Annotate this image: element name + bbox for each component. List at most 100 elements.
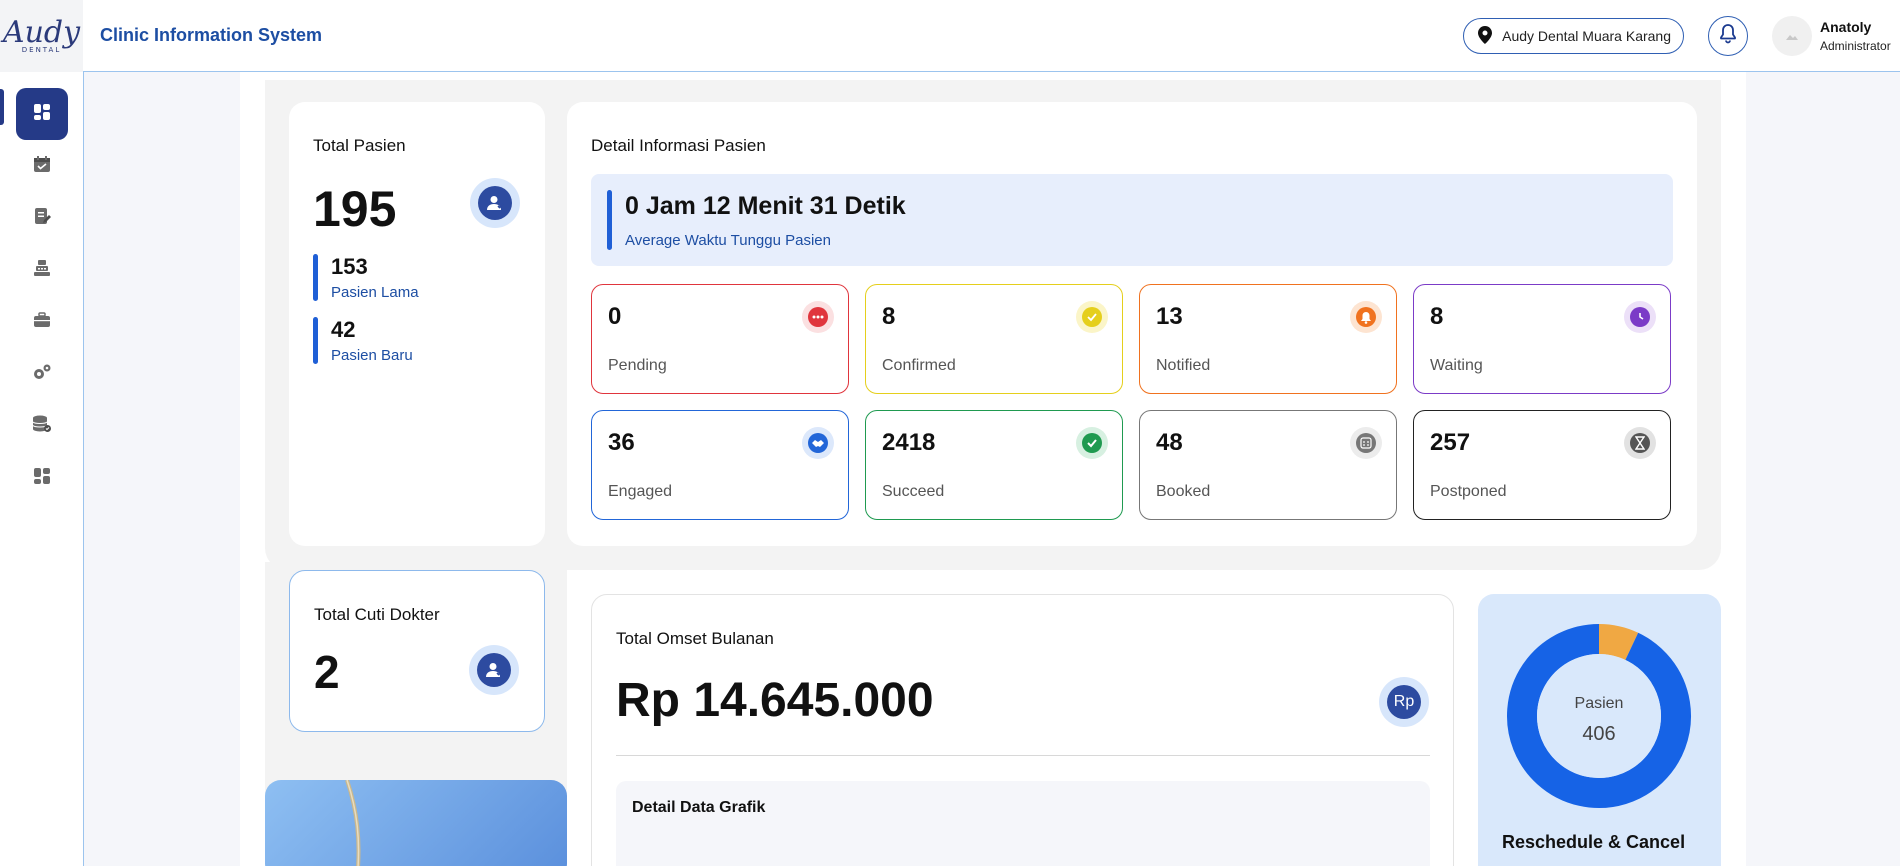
status-count: 2418 [882,429,936,456]
edit-document-icon [33,207,51,230]
pasien-baru-value: 42 [331,317,356,342]
clinic-name: Audy Dental Muara Karang [1502,28,1671,44]
donut-hole [1537,654,1661,778]
notification-button[interactable] [1708,16,1748,56]
status-count: 48 [1156,429,1183,456]
reschedule-cancel-title: Reschedule & Cancel [1502,832,1686,852]
location-pin-icon [1478,25,1493,47]
user-info[interactable]: Anatoly Administrator [1820,19,1900,53]
status-card-booked[interactable]: 48 Booked [1139,410,1397,520]
detail-informasi-card: Detail Informasi Pasien 0 Jam 12 Menit 3… [567,102,1697,546]
sidebar-item-inventory[interactable] [16,296,68,348]
bell-icon [1719,23,1737,49]
sidebar-item-modules[interactable] [16,452,68,504]
status-count: 8 [1430,303,1444,330]
sidebar-item-dashboard[interactable] [16,88,68,140]
pasien-baru-label: Pasien Baru [331,347,413,364]
detail-informasi-title: Detail Informasi Pasien [591,136,766,155]
grid-icon [33,467,51,490]
donut-center-value: 406 [1582,723,1615,745]
reschedule-cancel-card: Pasien 406 Reschedule & Cancel [1478,594,1721,866]
total-omset-card: Total Omset Bulanan Rp 14.645.000 Rp Det… [591,594,1454,866]
status-card-pending[interactable]: 0 Pending [591,284,849,394]
main-content: Total Pasien 195 153 Pasien Lama 42 Pasi… [84,72,1900,866]
sidebar [0,72,84,866]
logo-text: Audy [2,14,81,50]
sidebar-item-database[interactable] [16,400,68,452]
donut-center-label: Pasien [1575,695,1624,712]
map-card[interactable] [265,780,567,866]
stat-bar [313,317,318,364]
status-label: Waiting [1430,357,1483,374]
status-card-postponed[interactable]: 257 Postponed [1413,410,1671,520]
top-header: Audy DENTAL Clinic Information System Au… [0,0,1900,72]
donut-slice-0[interactable] [1598,624,1639,661]
settings-gears-icon [32,363,52,386]
user-name: Anatoly [1820,19,1872,35]
map-route-line [345,780,361,866]
total-omset-title: Total Omset Bulanan [616,629,774,648]
status-count: 36 [608,429,635,456]
clock-icon [1624,301,1656,333]
sidebar-item-records[interactable] [16,192,68,244]
status-card-engaged[interactable]: 36 Engaged [591,410,849,520]
briefcase-icon [33,311,51,334]
doctor-icon [469,645,519,695]
pasien-lama-stat: 153 Pasien Lama [313,254,521,301]
patient-icon [470,178,520,228]
user-role: Administrator [1820,39,1891,53]
calendar-grid-icon [1350,427,1382,459]
total-omset-value: Rp 14.645.000 [616,674,934,727]
status-label: Booked [1156,483,1211,500]
avatar[interactable] [1772,16,1812,56]
average-wait-box: 0 Jam 12 Menit 31 Detik Average Waktu Tu… [591,174,1673,266]
more-dots-icon [802,301,834,333]
detail-data-grafik: Detail Data Grafik [616,781,1430,866]
app-title: Clinic Information System [100,25,323,45]
check-circle-icon [1076,301,1108,333]
status-card-notified[interactable]: 13 Notified [1139,284,1397,394]
status-label: Notified [1156,357,1211,374]
logo[interactable]: Audy DENTAL [0,0,83,72]
handshake-icon [802,427,834,459]
detail-data-grafik-title: Detail Data Grafik [632,799,766,816]
wait-accent-bar [607,190,612,250]
status-card-succeed[interactable]: 2418 Succeed [865,410,1123,520]
status-count: 13 [1156,303,1183,330]
donut-chart: Pasien 406 [1507,624,1691,808]
cashier-icon [33,259,51,282]
status-label: Confirmed [882,357,956,374]
average-wait-time: 0 Jam 12 Menit 31 Detik [625,192,906,220]
clinic-selector[interactable]: Audy Dental Muara Karang [1463,18,1684,54]
logo-subtext: DENTAL [21,45,62,54]
cuti-dokter-card: Total Cuti Dokter 2 [289,570,545,732]
pasien-lama-label: Pasien Lama [331,284,419,301]
active-indicator [0,89,4,125]
status-label: Engaged [608,483,673,500]
divider [616,755,1430,756]
calendar-icon [33,155,51,178]
cuti-dokter-title: Total Cuti Dokter [314,605,440,624]
sidebar-item-settings[interactable] [16,348,68,400]
bell-icon [1350,301,1382,333]
total-pasien-title: Total Pasien [313,136,406,155]
status-label: Postponed [1430,483,1507,500]
total-pasien-card: Total Pasien 195 153 Pasien Lama 42 Pasi… [289,102,545,546]
check-icon [1076,427,1108,459]
pasien-lama-value: 153 [331,254,368,279]
status-count: 257 [1430,429,1471,456]
hourglass-icon [1624,427,1656,459]
status-count: 8 [882,303,896,330]
status-card-waiting[interactable]: 8 Waiting [1413,284,1671,394]
currency-icon: Rp [1379,677,1429,727]
sidebar-item-calendar[interactable] [16,140,68,192]
sidebar-item-cashier[interactable] [16,244,68,296]
pasien-baru-stat: 42 Pasien Baru [313,317,521,364]
status-label: Succeed [882,483,945,500]
database-icon [32,415,52,438]
dashboard-icon [33,103,51,126]
status-card-confirmed[interactable]: 8 Confirmed [865,284,1123,394]
currency-icon-text: Rp [1387,685,1421,719]
status-label: Pending [608,357,667,374]
average-wait-label: Average Waktu Tunggu Pasien [625,232,831,249]
